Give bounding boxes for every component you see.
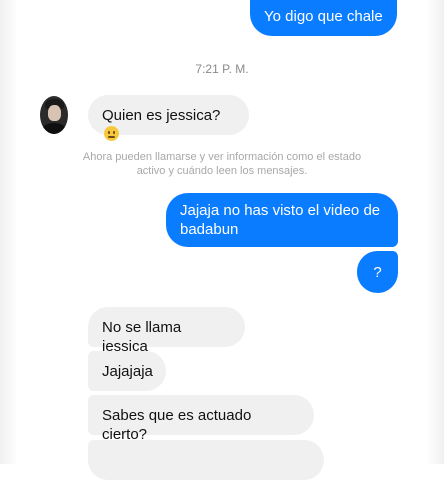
outgoing-message[interactable]: Jajaja no has visto el video de badabun: [166, 193, 398, 247]
message-text: Jajaja no has visto el video de badabun: [180, 202, 381, 238]
message-text: Jajajaja: [102, 363, 153, 380]
message-text: Sabes que es actuado cierto?: [102, 407, 252, 443]
message-text: No se llama jessica: [102, 319, 182, 355]
outgoing-message[interactable]: Yo digo que chale: [250, 0, 397, 36]
incoming-message[interactable]: Sabes que es actuado cierto?: [88, 395, 314, 443]
message-text: ?: [373, 264, 382, 281]
confused-face-icon: [104, 126, 119, 141]
message-text: Yo digo que chale: [264, 8, 383, 25]
incoming-message[interactable]: Quien es jessica?: [88, 95, 249, 141]
avatar-face: [48, 105, 61, 121]
outgoing-message[interactable]: ?: [357, 251, 398, 293]
incoming-message-partial[interactable]: [88, 440, 324, 480]
incoming-message[interactable]: Jajajaja: [88, 351, 166, 391]
message-text: Quien es jessica?: [102, 107, 221, 124]
message-timestamp: 7:21 P. M.: [195, 62, 249, 76]
privacy-notice: Ahora pueden llamarse y ver información …: [82, 151, 362, 177]
contact-avatar[interactable]: [40, 96, 68, 134]
incoming-message[interactable]: No se llama jessica: [88, 307, 245, 355]
avatar-shirt: [42, 123, 66, 134]
